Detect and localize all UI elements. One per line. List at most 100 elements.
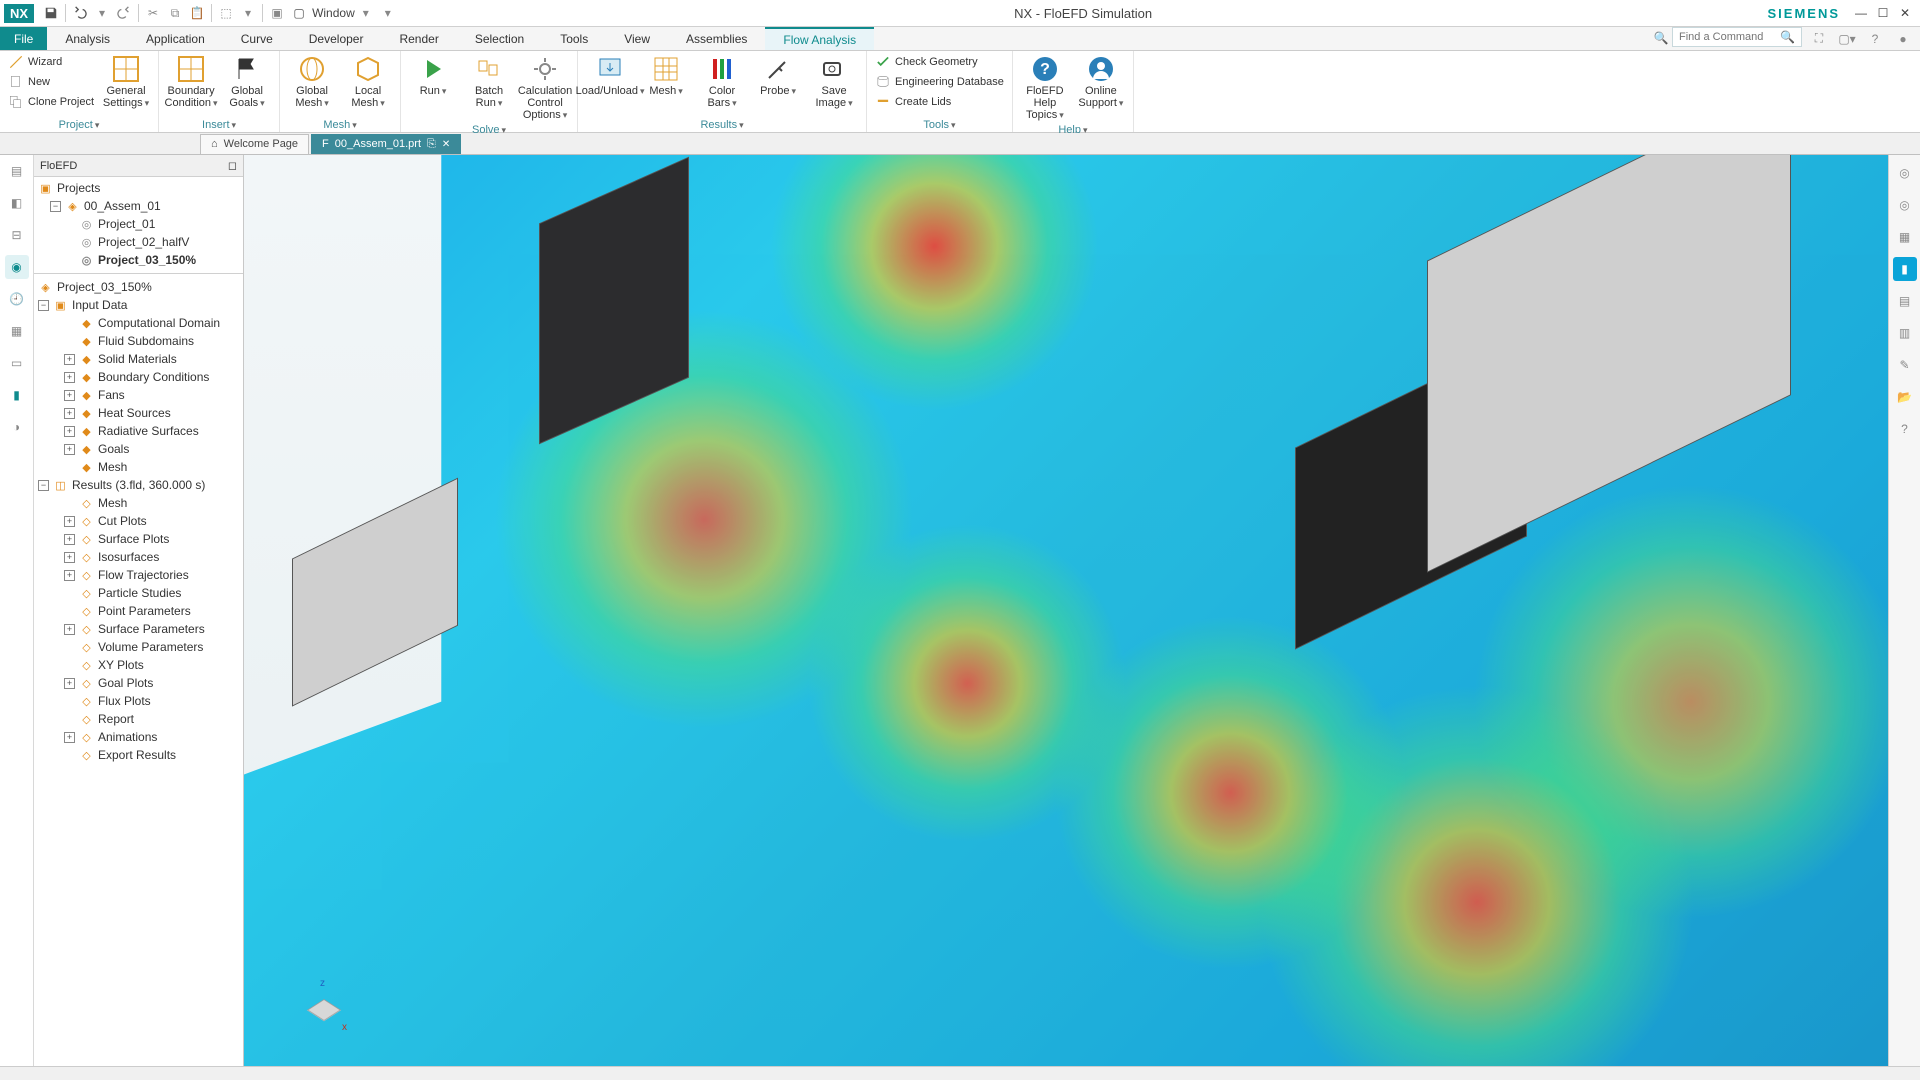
ribbon-group-label[interactable]: Results — [584, 118, 860, 132]
save-icon[interactable] — [40, 2, 62, 24]
expander-icon[interactable]: + — [64, 390, 75, 401]
tab-active-document[interactable]: F 00_Assem_01.prt ⎘ ✕ — [311, 134, 461, 154]
ribbon-save-image[interactable]: SaveImage — [808, 53, 860, 111]
ribbon-online-support[interactable]: OnlineSupport — [1075, 53, 1127, 111]
command-search[interactable]: 🔍 — [1672, 27, 1802, 47]
paste-icon[interactable]: 📋 — [186, 2, 208, 24]
ribbon-mesh[interactable]: Mesh — [640, 53, 692, 99]
menu-selection[interactable]: Selection — [457, 27, 542, 50]
tree-input-item[interactable]: +◆Heat Sources — [34, 404, 243, 422]
ribbon-color-bars[interactable]: ColorBars — [696, 53, 748, 111]
tree-results-item[interactable]: ◇Volume Parameters — [34, 638, 243, 656]
expander-icon[interactable]: + — [64, 624, 75, 635]
tree-results-item[interactable]: +◇Isosurfaces — [34, 548, 243, 566]
rs-eye2-icon[interactable]: ◎ — [1893, 193, 1917, 217]
rs-eye-icon[interactable]: ◎ — [1893, 161, 1917, 185]
strip-constraint-icon[interactable]: ⊟ — [5, 223, 29, 247]
tree-results-item[interactable]: ◇Export Results — [34, 746, 243, 764]
tree-input-item[interactable]: +◆Boundary Conditions — [34, 368, 243, 386]
ribbon-load-unload[interactable]: Load/Unload — [584, 53, 636, 99]
tree-assembly[interactable]: − ◈ 00_Assem_01 — [34, 197, 243, 215]
ribbon-global-goals[interactable]: GlobalGoals — [221, 53, 273, 111]
tab-close-icon[interactable]: ✕ — [442, 139, 450, 150]
strip-colors-icon[interactable]: ◑ — [5, 415, 29, 439]
rs-graph-icon[interactable]: ▤ — [1893, 289, 1917, 313]
ribbon-boundary-condition[interactable]: BoundaryCondition — [165, 53, 217, 111]
ribbon-group-label[interactable]: Project — [6, 118, 152, 132]
tree-results-item[interactable]: ◇Flux Plots — [34, 692, 243, 710]
ribbon-group-label[interactable]: Tools — [873, 118, 1006, 132]
view-triad[interactable]: x z — [298, 984, 350, 1036]
expander-icon[interactable]: + — [64, 408, 75, 419]
expander-icon[interactable]: + — [64, 516, 75, 527]
ribbon-new[interactable]: New — [6, 73, 96, 91]
tree-input-item[interactable]: +◆Goals — [34, 440, 243, 458]
menu-assemblies[interactable]: Assemblies — [668, 27, 765, 50]
ribbon-general-settings[interactable]: GeneralSettings — [100, 53, 152, 111]
ribbon-engineering-database[interactable]: Engineering Database — [873, 73, 1006, 91]
menu-tools[interactable]: Tools — [542, 27, 606, 50]
rs-flow-icon[interactable]: ▮ — [1893, 257, 1917, 281]
close-icon[interactable]: ✕ — [1894, 2, 1916, 24]
window-menu-dropdown-icon[interactable]: ▾ — [355, 2, 377, 24]
strip-history-icon[interactable]: 🕘 — [5, 287, 29, 311]
rs-help-icon[interactable]: ? — [1893, 417, 1917, 441]
results-root[interactable]: − ◫ Results (3.fld, 360.000 s) — [34, 476, 243, 494]
ribbon-create-lids[interactable]: Create Lids — [873, 93, 1006, 111]
expander-icon[interactable]: + — [64, 732, 75, 743]
minimize-icon[interactable]: — — [1850, 2, 1872, 24]
tree-input-item[interactable]: ◆Fluid Subdomains — [34, 332, 243, 350]
strip-flow-icon[interactable]: ▮ — [5, 383, 29, 407]
rs-open-icon[interactable]: 📂 — [1893, 385, 1917, 409]
tree-results-item[interactable]: +◇Surface Parameters — [34, 620, 243, 638]
tree-results-item[interactable]: ◇Particle Studies — [34, 584, 243, 602]
menu-flow-analysis[interactable]: Flow Analysis — [765, 27, 874, 50]
ribbon-floefd-help-topics[interactable]: ?FloEFD HelpTopics — [1019, 53, 1071, 123]
roles-icon[interactable]: ▢▾ — [1836, 28, 1858, 50]
menu-file[interactable]: File — [0, 27, 47, 50]
undo-dropdown-icon[interactable]: ▾ — [91, 2, 113, 24]
touch-mode-icon[interactable]: ⬚ — [215, 2, 237, 24]
strip-part-navigator-icon[interactable]: ▤ — [5, 159, 29, 183]
cut-icon[interactable]: ✂ — [142, 2, 164, 24]
undo-icon[interactable] — [69, 2, 91, 24]
menu-application[interactable]: Application — [128, 27, 223, 50]
menu-analysis[interactable]: Analysis — [47, 27, 128, 50]
strip-image-icon[interactable]: ▦ — [5, 319, 29, 343]
tree-input-item[interactable]: +◆Fans — [34, 386, 243, 404]
expander-icon[interactable]: − — [50, 201, 61, 212]
strip-floefd-icon[interactable]: ◉ — [5, 255, 29, 279]
strip-sheet-icon[interactable]: ▭ — [5, 351, 29, 375]
3d-viewport[interactable]: x z — [244, 155, 1888, 1066]
input-data-root[interactable]: − ▣ Input Data — [34, 296, 243, 314]
expander-icon[interactable]: + — [64, 570, 75, 581]
rs-shade-icon[interactable]: ▦ — [1893, 225, 1917, 249]
tree-input-item[interactable]: ◆Computational Domain — [34, 314, 243, 332]
ribbon-batch-run[interactable]: BatchRun — [463, 53, 515, 111]
tree-results-item[interactable]: ◇XY Plots — [34, 656, 243, 674]
tree-results-item[interactable]: +◇Flow Trajectories — [34, 566, 243, 584]
tree-results-item[interactable]: +◇Goal Plots — [34, 674, 243, 692]
command-search-input[interactable] — [1679, 31, 1780, 43]
active-project-header[interactable]: ◈ Project_03_150% — [34, 278, 243, 296]
ribbon-group-label[interactable]: Insert — [165, 118, 273, 132]
tab-pin-icon[interactable]: ⎘ — [427, 138, 436, 151]
qa-overflow-icon[interactable]: ▾ — [377, 2, 399, 24]
touch-mode-dropdown-icon[interactable]: ▾ — [237, 2, 259, 24]
tab-welcome[interactable]: ⌂ Welcome Page — [200, 134, 309, 154]
window-menu-icon[interactable]: ▢ — [288, 2, 310, 24]
switch-window-icon[interactable]: ▣ — [266, 2, 288, 24]
tree-input-item[interactable]: ◆Mesh — [34, 458, 243, 476]
strip-assembly-icon[interactable]: ◧ — [5, 191, 29, 215]
ribbon-global-mesh[interactable]: GlobalMesh — [286, 53, 338, 111]
window-menu-label[interactable]: Window — [312, 6, 355, 20]
rs-colorbar-icon[interactable]: ▥ — [1893, 321, 1917, 345]
expander-icon[interactable]: + — [64, 426, 75, 437]
expander-icon[interactable]: + — [64, 552, 75, 563]
expander-icon[interactable]: + — [64, 372, 75, 383]
ribbon-check-geometry[interactable]: Check Geometry — [873, 53, 1006, 71]
menu-developer[interactable]: Developer — [291, 27, 382, 50]
ribbon-calculation-control-options[interactable]: CalculationControl Options — [519, 53, 571, 123]
copy-icon[interactable]: ⧉ — [164, 2, 186, 24]
menu-curve[interactable]: Curve — [223, 27, 291, 50]
